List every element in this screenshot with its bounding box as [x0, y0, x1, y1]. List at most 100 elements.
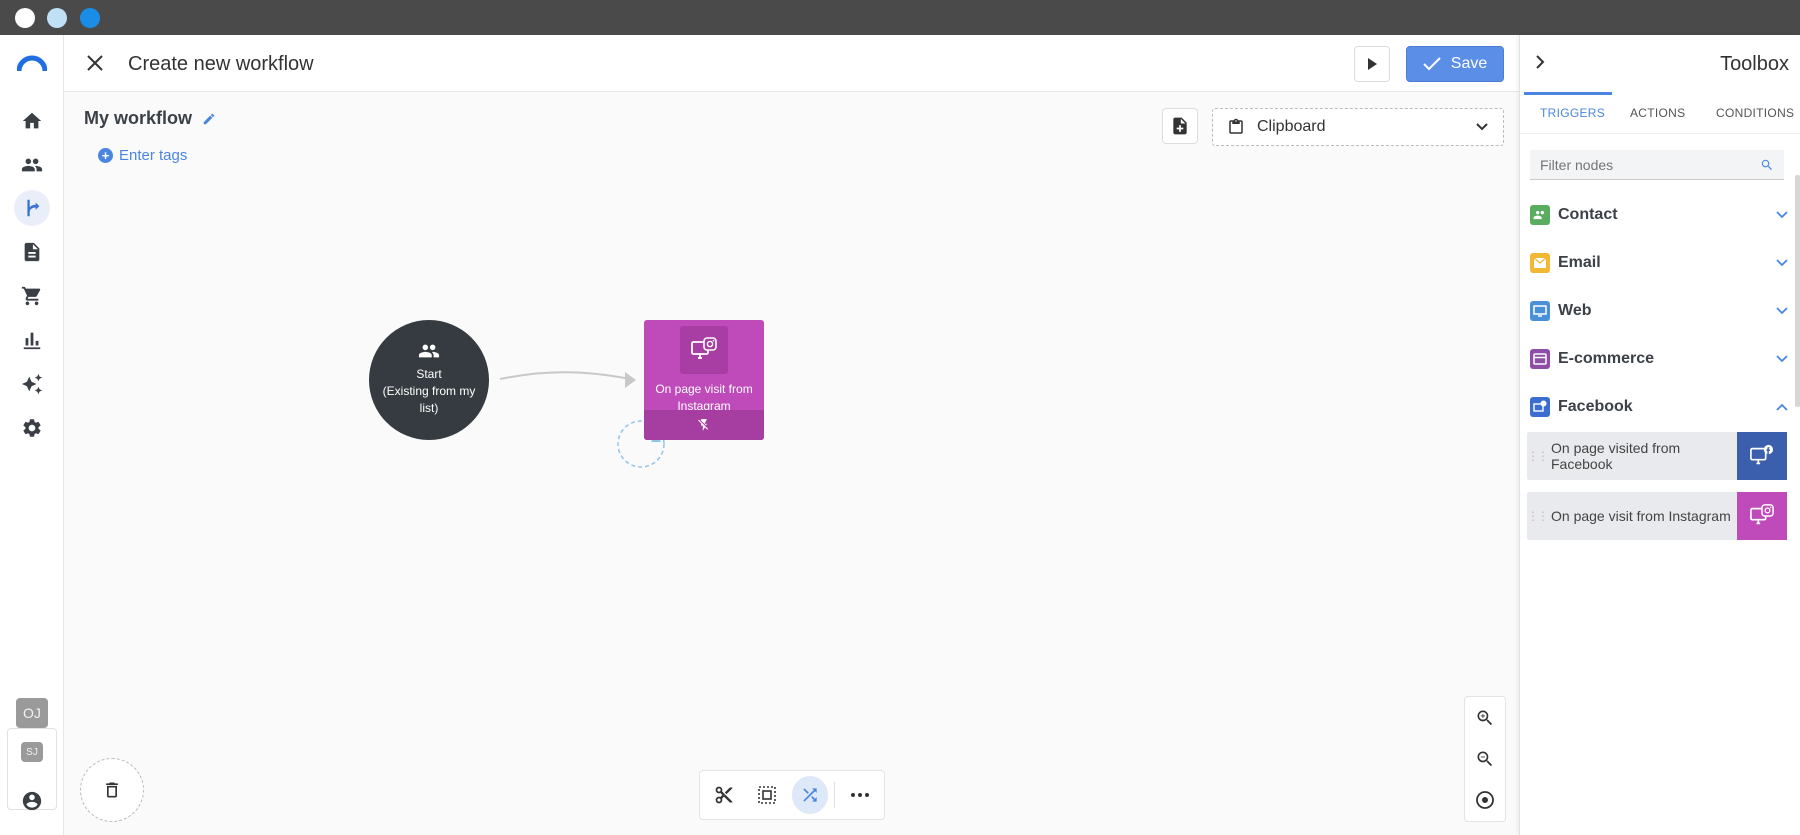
nav-home[interactable] — [14, 103, 50, 139]
cart-icon — [21, 286, 41, 306]
bar-chart-icon — [23, 332, 41, 350]
add-note-button[interactable] — [1162, 108, 1198, 144]
drag-handle-icon[interactable]: ⋮⋮ — [1527, 509, 1549, 523]
toolbox-scrollbar[interactable] — [1795, 175, 1800, 407]
node-item-label: On page visit from Instagram — [1551, 508, 1731, 524]
drag-handle-icon[interactable]: ⋮⋮ — [1527, 449, 1549, 463]
filter-nodes-input[interactable] — [1540, 156, 1760, 173]
workflow-name[interactable]: My workflow — [84, 108, 216, 129]
facebook-icon — [1530, 397, 1550, 417]
nav-ecommerce[interactable] — [14, 278, 50, 314]
category-label: Web — [1558, 302, 1592, 319]
search-icon — [1761, 159, 1772, 170]
window-close-dot[interactable] — [15, 8, 35, 28]
cut-button[interactable] — [706, 776, 743, 814]
node-footer — [644, 410, 764, 440]
select-all-icon — [758, 786, 776, 804]
zoom-out-icon — [1477, 751, 1493, 766]
facebook-screen-icon — [1737, 432, 1787, 480]
enter-tags-link[interactable]: + Enter tags — [98, 147, 187, 164]
gear-icon — [23, 419, 41, 437]
canvas-toolbar — [699, 770, 885, 820]
category-email[interactable]: Email — [1530, 248, 1788, 278]
delete-dropzone[interactable] — [80, 758, 144, 822]
category-label: Contact — [1558, 206, 1618, 223]
nav-profile[interactable] — [14, 783, 50, 819]
select-all-button[interactable] — [749, 776, 786, 814]
document-icon — [24, 242, 40, 262]
start-node[interactable]: Start (Existing from my list) — [369, 320, 489, 440]
zoom-in-icon — [1477, 710, 1493, 725]
nav-workflows[interactable] — [14, 190, 50, 226]
connections-layer — [499, 371, 665, 468]
close-icon[interactable] — [84, 52, 106, 74]
workflow-canvas[interactable]: My workflow + Enter tags Clipboard Start… — [64, 92, 1519, 835]
avatar-oj[interactable]: OJ — [16, 698, 48, 728]
instagram-screen-icon — [1737, 492, 1787, 540]
category-contact[interactable]: Contact — [1530, 200, 1788, 230]
chevron-up-icon — [1776, 403, 1788, 411]
chevron-down-icon — [1476, 123, 1488, 131]
logo-icon — [16, 55, 48, 72]
note-add-icon — [1173, 117, 1187, 135]
start-node-subtitle: (Existing from my list) — [382, 384, 476, 415]
arrow-head-icon — [625, 372, 636, 388]
people-icon — [418, 344, 440, 358]
toolbox-node-facebook-visit[interactable]: ⋮⋮ On page visited from Facebook — [1527, 432, 1787, 480]
app-logo[interactable] — [16, 55, 48, 73]
category-label: E-commerce — [1558, 350, 1655, 367]
flash-off-icon[interactable] — [697, 418, 711, 432]
ecommerce-icon — [1530, 349, 1550, 369]
web-icon — [1530, 301, 1550, 321]
nav-contacts[interactable] — [14, 147, 50, 183]
shuffle-icon — [803, 788, 817, 802]
tab-actions[interactable]: ACTIONS — [1630, 106, 1685, 120]
contact-icon — [1530, 205, 1550, 225]
run-button[interactable] — [1354, 46, 1390, 82]
sparkles-icon — [21, 373, 43, 395]
category-web[interactable]: Web — [1530, 296, 1788, 326]
email-icon — [1530, 253, 1550, 273]
workflow-icon — [27, 199, 40, 217]
more-button[interactable] — [841, 776, 878, 814]
fit-view-button[interactable] — [1465, 779, 1505, 820]
nav-reports[interactable] — [14, 322, 50, 358]
nav-documents[interactable] — [14, 234, 50, 270]
instagram-trigger-node[interactable]: On page visit from Instagram — [644, 320, 764, 440]
tab-conditions[interactable]: CONDITIONS — [1716, 106, 1794, 120]
nav-settings[interactable] — [14, 410, 50, 446]
toolbox-node-instagram-visit[interactable]: ⋮⋮ On page visit from Instagram — [1527, 492, 1787, 540]
zoom-in-button[interactable] — [1465, 697, 1505, 738]
category-facebook[interactable]: Facebook — [1530, 392, 1788, 422]
more-horizontal-icon — [850, 793, 869, 797]
auto-arrange-button[interactable] — [791, 776, 829, 814]
toolbox-panel: Toolbox TRIGGERS ACTIONS CONDITIONS Cont… — [1519, 35, 1800, 835]
left-nav: OJ SJ — [0, 35, 64, 835]
toolbar-divider — [834, 782, 836, 808]
zoom-out-button[interactable] — [1465, 738, 1505, 779]
clipboard-label: Clipboard — [1257, 118, 1326, 135]
trash-icon — [106, 782, 118, 798]
play-icon — [1368, 58, 1377, 70]
filter-nodes — [1530, 150, 1784, 180]
check-icon — [1423, 57, 1441, 71]
save-button[interactable]: Save — [1406, 46, 1504, 82]
tab-triggers[interactable]: TRIGGERS — [1540, 106, 1605, 120]
window-minimize-dot[interactable] — [47, 8, 67, 28]
workflow-name-text: My workflow — [84, 108, 193, 128]
window-maximize-dot[interactable] — [80, 8, 100, 28]
chevron-down-icon — [1776, 211, 1788, 219]
category-ecommerce[interactable]: E-commerce — [1530, 344, 1788, 374]
chevron-right-icon[interactable] — [1534, 54, 1546, 70]
avatar-sj[interactable]: SJ — [21, 742, 43, 762]
editor-header: Create new workflow Save — [64, 35, 1519, 92]
active-tab-indicator — [1524, 92, 1612, 95]
clipboard-dropdown[interactable]: Clipboard — [1212, 108, 1504, 146]
category-label: Facebook — [1558, 398, 1633, 415]
pencil-icon[interactable] — [202, 112, 216, 126]
toolbox-title: Toolbox — [1720, 53, 1789, 75]
user-circle-icon — [22, 791, 42, 811]
window-titlebar — [0, 0, 1800, 35]
category-label: Email — [1558, 254, 1601, 271]
nav-ai[interactable] — [14, 366, 50, 402]
